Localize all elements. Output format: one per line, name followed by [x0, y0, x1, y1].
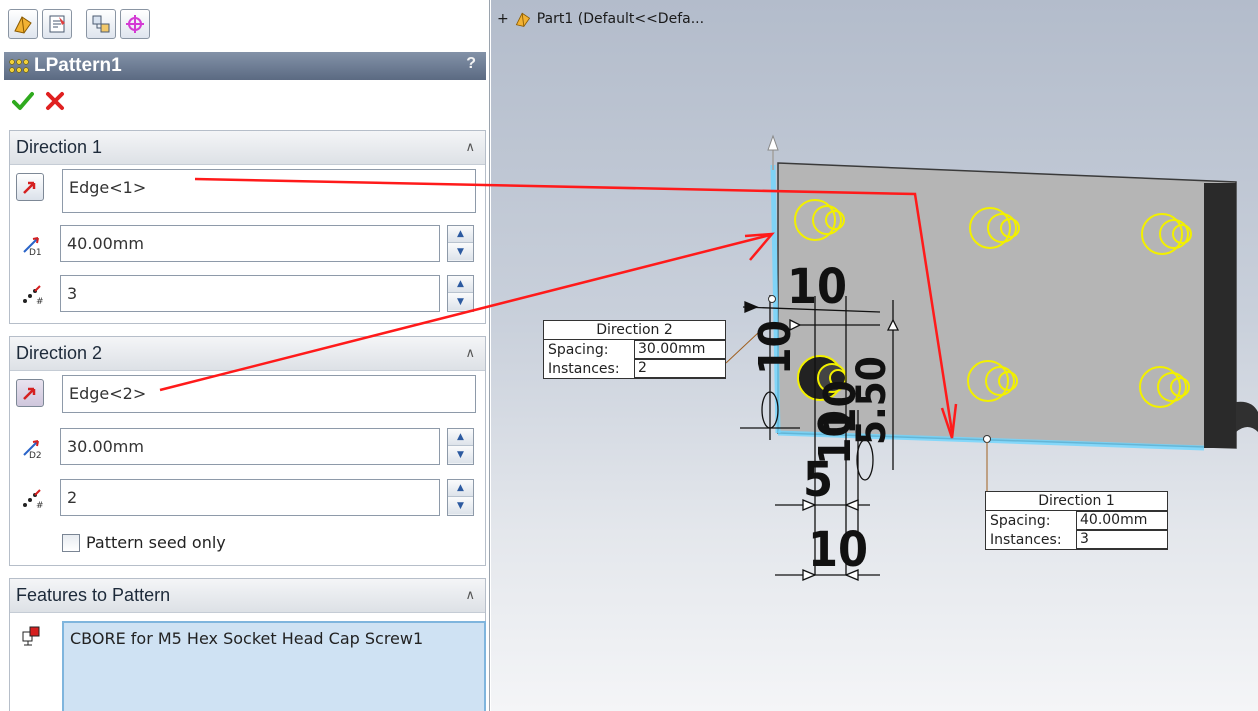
- svg-text:#: #: [36, 501, 44, 510]
- callout-instances-label: Instances:: [548, 360, 620, 377]
- features-to-pattern-header[interactable]: Features to Pattern ∧: [10, 579, 485, 613]
- features-list-item[interactable]: CBORE for M5 Hex Socket Head Cap Screw1: [70, 629, 478, 648]
- direction2-title: Direction 2: [16, 343, 103, 363]
- reverse-direction1-button[interactable]: [16, 173, 44, 201]
- callout-spacing-value[interactable]: 40.00mm: [1076, 511, 1167, 530]
- direction2-instances-input[interactable]: 2: [60, 479, 440, 516]
- direction1-callout: Direction 1 Spacing: 40.00mm Instances: …: [985, 491, 1168, 550]
- direction2-header[interactable]: Direction 2 ∧: [10, 337, 485, 371]
- reverse-direction2-button[interactable]: [16, 379, 44, 407]
- direction2-spacing-input[interactable]: 30.00mm: [60, 428, 440, 465]
- svg-text:D1: D1: [29, 248, 42, 256]
- callout-instances-value[interactable]: 3: [1076, 530, 1167, 549]
- collapse-chevron-icon[interactable]: ∧: [465, 345, 475, 361]
- property-manager-tab[interactable]: [42, 9, 72, 39]
- direction2-edge-field[interactable]: Edge<2>: [62, 375, 476, 413]
- direction1-spacing-input[interactable]: 40.00mm: [60, 225, 440, 262]
- part-icon: [515, 12, 530, 27]
- flyout-feature-tree[interactable]: + Part1 (Default<<Defa...: [497, 10, 704, 28]
- reverse-direction-icon: [23, 181, 36, 194]
- configuration-icon: [92, 15, 110, 33]
- callout-title: Direction 1: [986, 492, 1167, 511]
- feature-title-bar: LPattern1 ?: [4, 52, 486, 80]
- direction1-edge-field[interactable]: Edge<1>: [62, 169, 476, 213]
- direction2-callout: Direction 2 Spacing: 30.00mm Instances: …: [543, 320, 726, 379]
- direction1-spacing-spinner[interactable]: ▲ ▼: [447, 225, 474, 262]
- callout-instances-value[interactable]: 2: [634, 359, 725, 378]
- pattern-seed-only-checkbox[interactable]: [62, 533, 80, 552]
- pattern-seed-only-label: Pattern seed only: [86, 533, 226, 552]
- collapse-chevron-icon[interactable]: ∧: [465, 587, 475, 603]
- features-to-pattern-group: Features to Pattern ∧ CBORE for M5 Hex S…: [9, 578, 486, 711]
- ok-cancel-bar: [12, 88, 66, 114]
- collapse-chevron-icon[interactable]: ∧: [465, 139, 475, 155]
- callout-spacing-label: Spacing:: [990, 512, 1051, 529]
- callout-spacing-value[interactable]: 30.00mm: [634, 340, 725, 359]
- feature-select-icon: [18, 621, 46, 649]
- linear-pattern-icon: [4, 52, 34, 80]
- callout-title: Direction 2: [544, 321, 725, 340]
- svg-text:#: #: [36, 297, 44, 306]
- feature-manager-tab[interactable]: [8, 9, 38, 39]
- manager-tabstrip: [0, 0, 489, 44]
- instances-icon: #: [18, 484, 46, 512]
- cancel-x-icon[interactable]: [44, 90, 66, 112]
- configuration-manager-tab[interactable]: [86, 9, 116, 39]
- property-manager-panel: LPattern1 ? Direction 1 ∧ Edge<1> D1 40.…: [0, 0, 490, 711]
- instances-icon: #: [18, 280, 46, 308]
- crosshair-icon: [126, 15, 144, 33]
- svg-text:D2: D2: [29, 451, 42, 459]
- direction1-instances-spinner[interactable]: ▲ ▼: [447, 275, 474, 312]
- expand-plus-icon[interactable]: +: [497, 11, 509, 27]
- reverse-direction-icon: [23, 387, 36, 400]
- property-sheet-icon: [49, 15, 65, 33]
- direction1-instances-input[interactable]: 3: [60, 275, 440, 312]
- help-button[interactable]: ?: [466, 55, 476, 73]
- spacing-d1-icon: D1: [18, 230, 46, 258]
- spacing-d2-icon: D2: [18, 433, 46, 461]
- pattern-seed-only-row[interactable]: Pattern seed only: [62, 533, 226, 552]
- part-name: Part1 (Default<<Defa...: [536, 11, 705, 27]
- direction2-group: Direction 2 ∧ Edge<2> D2 30.00mm ▲ ▼ # 2 …: [9, 336, 486, 566]
- ok-check-icon[interactable]: [12, 90, 34, 112]
- direction1-title: Direction 1: [16, 137, 103, 157]
- callout-spacing-label: Spacing:: [548, 341, 609, 358]
- feature-title: LPattern1: [34, 55, 122, 76]
- direction1-group: Direction 1 ∧ Edge<1> D1 40.00mm ▲ ▼ # 3 …: [9, 130, 486, 324]
- direction2-spacing-spinner[interactable]: ▲ ▼: [447, 428, 474, 465]
- features-to-pattern-title: Features to Pattern: [16, 585, 171, 605]
- features-selection-list[interactable]: CBORE for M5 Hex Socket Head Cap Screw1: [62, 621, 486, 711]
- direction1-header[interactable]: Direction 1 ∧: [10, 131, 485, 165]
- part-tree-icon: [14, 16, 32, 34]
- dimxpert-manager-tab[interactable]: [120, 9, 150, 39]
- direction2-instances-spinner[interactable]: ▲ ▼: [447, 479, 474, 516]
- callout-instances-label: Instances:: [990, 531, 1062, 548]
